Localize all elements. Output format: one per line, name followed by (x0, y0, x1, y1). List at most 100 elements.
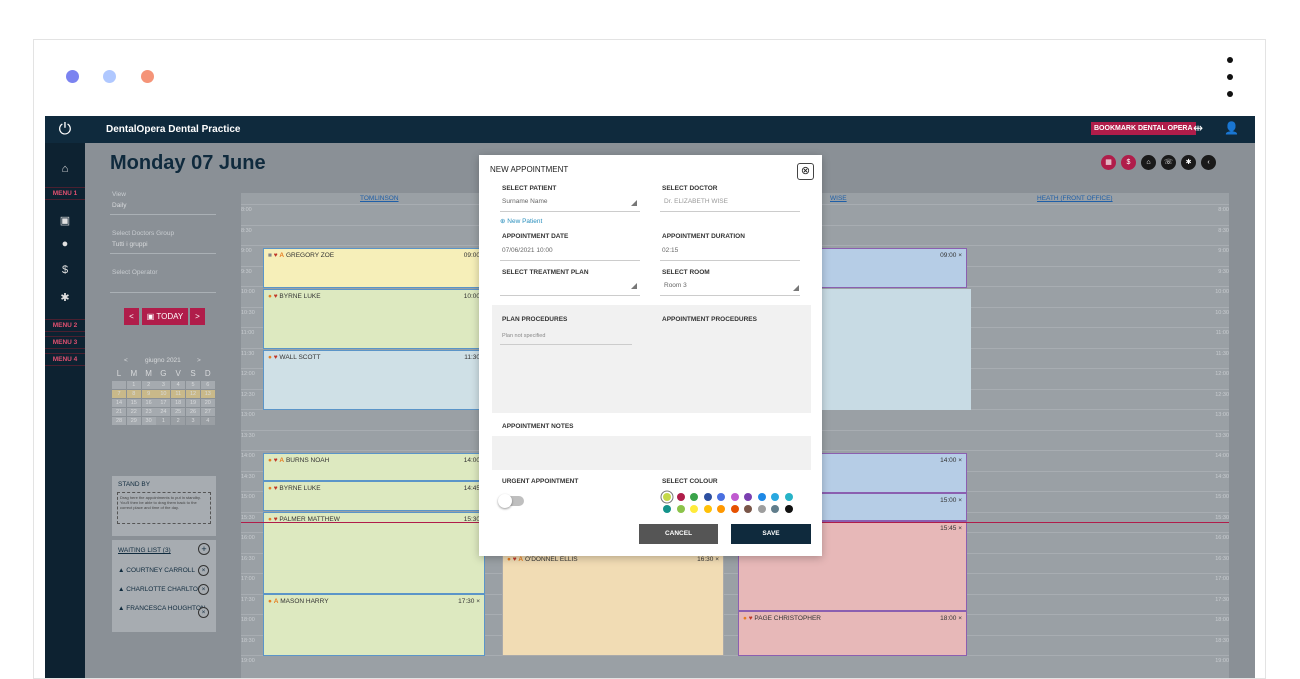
colour-swatch[interactable] (771, 505, 779, 513)
remove-icon[interactable]: × (198, 565, 209, 576)
urgent-toggle[interactable] (498, 494, 524, 508)
cal-day[interactable]: 15 (126, 399, 141, 407)
sidebar-menu-3[interactable]: MENU 3 (45, 336, 85, 349)
cancel-button[interactable]: CANCEL (639, 524, 718, 544)
collapse-icon[interactable]: ‹ (1201, 155, 1216, 170)
cal-day[interactable]: 3 (156, 381, 171, 389)
close-icon[interactable]: ⊗ (797, 163, 814, 180)
colour-swatch[interactable] (663, 493, 671, 501)
date-field[interactable]: 07/06/2021 10:00 (502, 247, 553, 254)
notes-textarea[interactable] (492, 436, 811, 470)
appointment[interactable]: ● ♥ PAGE CHRISTOPHER 18:00 × (738, 611, 967, 656)
home-icon[interactable]: ⌂ (45, 163, 85, 175)
cal-day[interactable]: 4 (200, 417, 215, 425)
column-heath[interactable]: HEATH (FRONT OFFICE) (1037, 195, 1113, 202)
dollar-icon[interactable]: $ (45, 264, 85, 276)
cal-day[interactable]: 24 (156, 408, 171, 416)
cal-day[interactable]: 17 (156, 399, 171, 407)
cal-day[interactable]: 4 (171, 381, 186, 389)
bookmark-button[interactable]: BOOKMARK DENTAL OPERA (1091, 122, 1196, 135)
appointment[interactable]: ● ♥ BYRNE LUKE 10:00 (263, 289, 485, 349)
cal-day[interactable]: 13 (200, 390, 215, 398)
appointment[interactable]: ● ♥ A O'DONNEL ELLIS 16:30 × (502, 552, 724, 656)
cal-day[interactable]: 10 (156, 390, 171, 398)
fullscreen-icon[interactable]: ⇹ (1193, 121, 1203, 135)
cal-prev-icon[interactable]: < (124, 357, 128, 364)
cal-day[interactable]: 20 (200, 399, 215, 407)
colour-swatch[interactable] (717, 493, 725, 501)
colour-swatch[interactable] (690, 493, 698, 501)
colour-swatch[interactable] (744, 493, 752, 501)
cal-day[interactable]: 7 (112, 390, 126, 398)
doctor-field[interactable]: Dr. ELIZABETH WISE (664, 198, 728, 205)
sidebar-menu-2[interactable]: MENU 2 (45, 319, 85, 332)
patient-select[interactable]: Surname Name (502, 198, 548, 205)
patient-icon[interactable]: ● (45, 238, 85, 250)
appointment[interactable]: ■ ♥ A GREGORY ZOE 09:00 (263, 248, 485, 288)
cal-next-icon[interactable]: > (197, 357, 201, 364)
cal-day[interactable]: 26 (186, 408, 200, 416)
cal-day[interactable]: 8 (126, 390, 141, 398)
column-wise[interactable]: WISE (830, 195, 847, 202)
group-select[interactable]: Tutti i gruppi (112, 241, 148, 248)
colour-swatch[interactable] (744, 505, 752, 513)
qr-icon[interactable]: ▦ (1101, 155, 1116, 170)
cal-day[interactable]: 3 (186, 417, 200, 425)
colour-swatch[interactable] (771, 493, 779, 501)
chair-icon[interactable]: ⌂ (1141, 155, 1156, 170)
sidebar-menu-4[interactable]: MENU 4 (45, 353, 85, 366)
cal-day[interactable]: 29 (126, 417, 141, 425)
cal-day[interactable]: 27 (200, 408, 215, 416)
appointment[interactable]: ● ♥ PALMER MATTHEW 15:30 (263, 512, 485, 594)
cal-day[interactable]: 22 (126, 408, 141, 416)
cal-day[interactable]: 18 (171, 399, 186, 407)
cal-day[interactable]: 2 (171, 417, 186, 425)
duration-field[interactable]: 02:15 (662, 247, 678, 254)
cal-day[interactable]: 28 (112, 417, 126, 425)
user-icon[interactable]: 👤 (1224, 121, 1239, 135)
remove-icon[interactable]: × (198, 584, 209, 595)
waiting-item[interactable]: ▲ COURTNEY CARROLL × (118, 565, 214, 576)
colour-swatch[interactable] (757, 505, 766, 513)
appointment[interactable]: ● ♥ A BURNS NOAH 14:00 (263, 453, 485, 481)
add-waiting-icon[interactable]: + (198, 543, 210, 555)
colour-swatch[interactable] (663, 505, 671, 513)
colour-swatch[interactable] (784, 493, 793, 501)
cal-day[interactable]: 30 (141, 417, 156, 425)
appointment[interactable]: ● A MASON HARRY 17:30 × (263, 594, 485, 656)
cal-day[interactable]: 9 (141, 390, 156, 398)
colour-swatch[interactable] (676, 493, 685, 501)
cal-day[interactable]: 1 (126, 381, 141, 389)
room-select[interactable]: Room 3 (664, 282, 687, 289)
cal-day[interactable]: 23 (141, 408, 156, 416)
standby-dropzone[interactable]: Drag here the appointments to put in sta… (117, 492, 211, 524)
gear-icon[interactable]: ✱ (45, 291, 85, 304)
next-day-button[interactable]: > (190, 308, 205, 325)
colour-swatch[interactable] (703, 505, 712, 513)
cal-day[interactable]: 6 (200, 381, 215, 389)
appointment[interactable]: ● ♥ BYRNE LUKE 14:45 (263, 481, 485, 511)
remove-icon[interactable]: × (198, 607, 209, 618)
cal-day[interactable]: 21 (112, 408, 126, 416)
view-select[interactable]: Daily (112, 202, 126, 209)
cal-day[interactable]: 25 (171, 408, 186, 416)
room-caret-icon[interactable] (793, 285, 799, 291)
cal-day[interactable]: 16 (141, 399, 156, 407)
cal-day[interactable]: 5 (186, 381, 200, 389)
prev-day-button[interactable]: < (124, 308, 139, 325)
cal-day[interactable] (112, 381, 126, 389)
patient-caret-icon[interactable] (631, 200, 637, 206)
colour-swatch[interactable] (717, 505, 725, 513)
cal-day[interactable]: 12 (186, 390, 200, 398)
cal-day[interactable]: 14 (112, 399, 126, 407)
column-tomlinson[interactable]: TOMLINSON (360, 195, 399, 202)
billing-icon[interactable]: $ (1121, 155, 1136, 170)
new-patient-link[interactable]: ⊕ New Patient (500, 217, 542, 225)
colour-swatch[interactable] (730, 493, 739, 501)
settings-icon[interactable]: ✱ (1181, 155, 1196, 170)
cal-day[interactable]: 11 (171, 390, 186, 398)
colour-swatch[interactable] (730, 505, 739, 513)
colour-swatch[interactable] (784, 505, 793, 513)
power-icon[interactable]: ⏻ (55, 120, 75, 140)
cal-day[interactable]: 1 (156, 417, 171, 425)
